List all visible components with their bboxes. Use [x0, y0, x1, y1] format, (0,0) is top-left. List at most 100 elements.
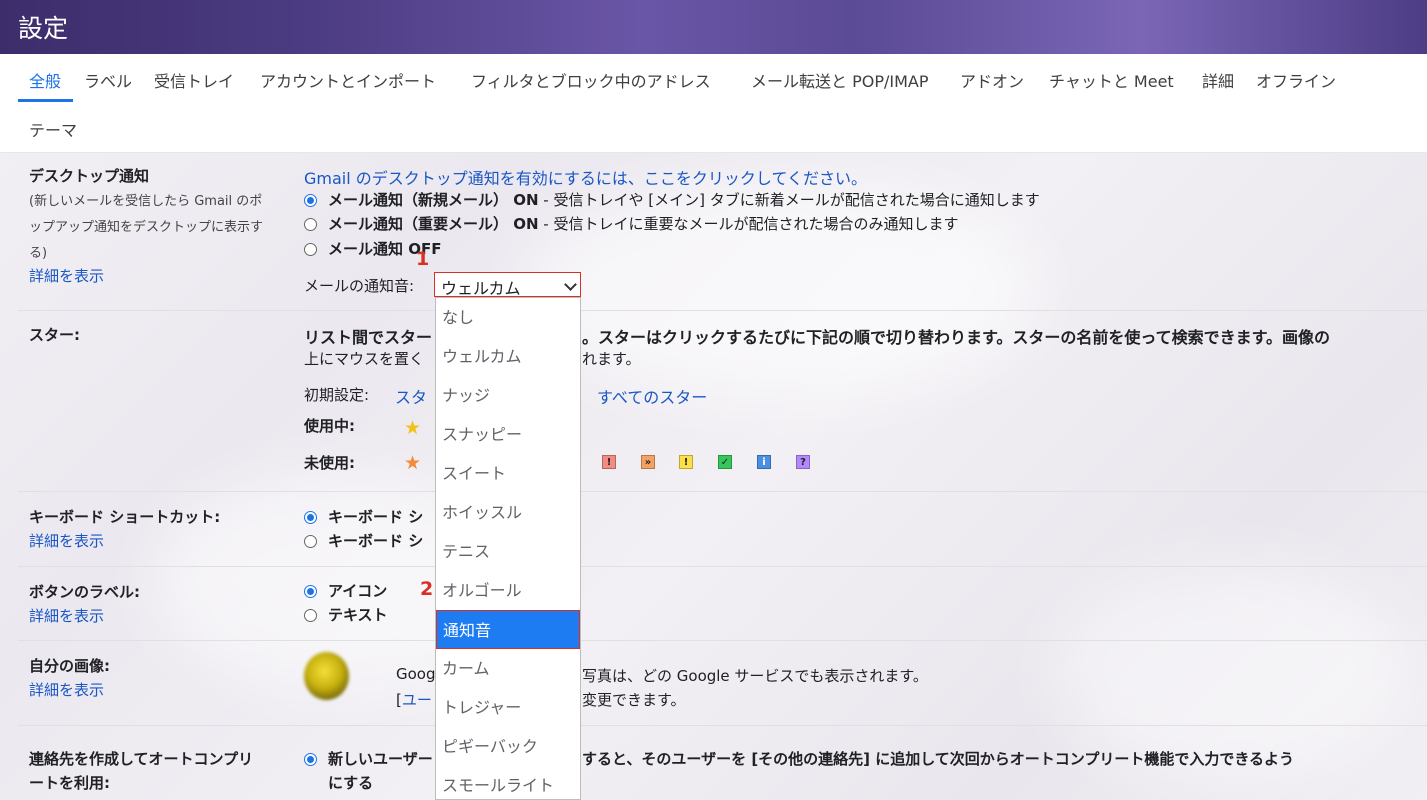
yellow-star-icon[interactable]: ★ — [404, 419, 421, 438]
stars-preset-label: 初期設定: — [304, 386, 370, 404]
picture-line1-end: 写真は、どの Google サービスでも表示されます。 — [582, 667, 928, 685]
tab-inbox[interactable]: 受信トレイ — [154, 68, 234, 92]
all-stars-link[interactable]: すべてのスター — [597, 384, 707, 408]
sound-option[interactable]: ナッジ — [436, 376, 580, 415]
stars-not-in-use-label: 未使用: — [304, 454, 355, 472]
button-labels-text-option: テキスト — [328, 606, 388, 624]
my-picture-label: 自分の画像: — [29, 657, 110, 675]
sound-option[interactable]: スナッピー — [436, 415, 580, 454]
sound-option[interactable]: テニス — [436, 532, 580, 571]
tab-forwarding-pop-imap[interactable]: メール転送と POP/IMAP — [751, 68, 929, 92]
stars-line2-start: 上にマウスを置く — [304, 350, 425, 368]
section-divider — [18, 725, 1427, 726]
tab-themes[interactable]: テーマ — [29, 117, 77, 141]
tab-filters[interactable]: フィルタとブロック中のアドレス — [471, 68, 711, 92]
radio-important-mail-on[interactable] — [304, 218, 317, 231]
tab-addons[interactable]: アドオン — [960, 68, 1024, 92]
tab-chat-meet[interactable]: チャットと Meet — [1049, 68, 1174, 92]
sound-option[interactable]: トレジャー — [436, 688, 580, 727]
chevron-down-icon — [564, 278, 577, 291]
active-tab-indicator — [18, 99, 73, 102]
picture-line2-end: 変更できます。 — [582, 691, 686, 709]
radio-button-icons[interactable] — [304, 585, 317, 598]
my-picture-more-link[interactable]: 詳細を表示 — [29, 679, 104, 700]
new-mail-on-desc: - 受信トレイや [メイン] タブに新着メールが配信された場合に通知します — [538, 191, 1040, 209]
stars-line1-start: リスト間でスター — [304, 328, 433, 347]
enable-desktop-notifications-link[interactable]: Gmail のデスクトップ通知を有効にするには、ここをクリックしてください。 — [304, 165, 867, 189]
picture-line1-start: Goog — [396, 665, 436, 683]
keyboard-shortcuts-opt2: キーボード シ — [328, 532, 424, 550]
notification-sound-value: ウェルカム — [441, 279, 521, 298]
keyboard-shortcuts-opt1: キーボード シ — [328, 508, 424, 526]
step-marker-1: 1 — [416, 248, 430, 270]
sound-option[interactable]: スモールライト — [436, 766, 580, 799]
sound-option[interactable]: なし — [436, 298, 580, 337]
autocomplete-label-line1: 連絡先を作成してオートコンプリ — [29, 750, 254, 768]
settings-header: 設定 — [0, 0, 1427, 54]
important-mail-on-desc: - 受信トレイに重要なメールが配信された場合のみ通知します — [538, 215, 959, 233]
sound-option[interactable]: カーム — [436, 649, 580, 688]
sound-option-selected[interactable]: 通知音 — [436, 610, 580, 649]
desktop-notification-desc-3: る) — [29, 246, 48, 261]
radio-new-mail-on[interactable] — [304, 194, 317, 207]
stars-line1-end: 。スターはクリックするたびに下記の順で切り替わります。スターの名前を使って検索で… — [582, 324, 1330, 348]
picture-line2-start: [ユー — [396, 689, 432, 710]
sound-option[interactable]: ウェルカム — [436, 337, 580, 376]
change-picture-link[interactable]: ユー — [402, 691, 432, 709]
radio-mail-off[interactable] — [304, 243, 317, 256]
sound-option[interactable]: ホイッスル — [436, 493, 580, 532]
green-check-icon[interactable]: ✓ — [718, 455, 732, 469]
blue-info-icon[interactable]: i — [757, 455, 771, 469]
keyboard-shortcuts-more-link[interactable]: 詳細を表示 — [29, 530, 104, 551]
tab-general[interactable]: 全般 — [29, 68, 61, 92]
tab-advanced[interactable]: 詳細 — [1202, 68, 1234, 92]
radio-button-text[interactable] — [304, 609, 317, 622]
tab-accounts-import[interactable]: アカウントとインポート — [260, 68, 436, 92]
settings-tabs: 全般 ラベル 受信トレイ アカウントとインポート フィルタとブロック中のアドレス… — [0, 54, 1427, 153]
tab-labels[interactable]: ラベル — [84, 68, 132, 92]
desktop-notification-label: デスクトップ通知 — [29, 167, 150, 185]
desktop-notification-more-link[interactable]: 詳細を表示 — [29, 265, 104, 286]
sound-option[interactable]: スイート — [436, 454, 580, 493]
red-bang-icon[interactable]: ! — [602, 455, 616, 469]
notification-sound-label: メールの通知音: — [304, 277, 415, 295]
orange-guillemet-icon[interactable]: » — [641, 455, 655, 469]
orange-star-icon[interactable]: ★ — [404, 454, 421, 473]
section-divider — [18, 491, 1427, 492]
stars-preset-link[interactable]: スタ — [395, 384, 427, 408]
stars-line2-end: れます。 — [582, 350, 641, 368]
new-mail-on-title: メール通知（新規メール） ON — [328, 191, 539, 209]
important-mail-on-option: メール通知（重要メール） ON - 受信トレイに重要なメールが配信された場合のみ… — [328, 213, 958, 234]
important-mail-on-title: メール通知（重要メール） ON — [328, 215, 539, 233]
yellow-bang-icon[interactable]: ! — [679, 455, 693, 469]
button-labels-icons-option: アイコン — [328, 582, 388, 600]
stars-label: スター: — [29, 326, 80, 344]
avatar — [304, 652, 349, 700]
button-labels-more-link[interactable]: 詳細を表示 — [29, 605, 104, 626]
desktop-notification-desc-2: ップアップ通知をデスクトップに表示す — [29, 220, 264, 235]
radio-autocomplete-on[interactable] — [304, 753, 317, 766]
section-divider — [18, 310, 1427, 311]
page-title: 設定 — [18, 14, 69, 43]
section-divider — [18, 566, 1427, 567]
stars-in-use-label: 使用中: — [304, 417, 355, 435]
section-divider — [18, 640, 1427, 641]
step-marker-2: 2 — [420, 578, 434, 600]
autocomplete-opt1-cont: にする — [328, 774, 374, 792]
purple-question-icon[interactable]: ? — [796, 455, 810, 469]
autocomplete-opt1-start: 新しいユーザー — [328, 750, 433, 768]
sound-option[interactable]: ピギーバック — [436, 727, 580, 766]
sound-option[interactable]: オルゴール — [436, 571, 580, 610]
radio-keyboard-shortcuts-off[interactable] — [304, 511, 317, 524]
notification-sound-select[interactable]: ウェルカム — [434, 272, 581, 298]
notification-sound-dropdown: なし ウェルカム ナッジ スナッピー スイート ホイッスル テニス オルゴール … — [435, 297, 581, 800]
autocomplete-label-line2: ートを利用: — [29, 774, 110, 792]
radio-keyboard-shortcuts-on[interactable] — [304, 535, 317, 548]
new-mail-on-option: メール通知（新規メール） ON - 受信トレイや [メイン] タブに新着メールが… — [328, 189, 1040, 210]
stars-line1-end-text: 。スターはクリックするたびに下記の順で切り替わります。スターの名前を使って検索で… — [582, 328, 1331, 347]
button-labels-label: ボタンのラベル: — [29, 583, 140, 601]
keyboard-shortcuts-label: キーボード ショートカット: — [29, 508, 221, 526]
tab-offline[interactable]: オフライン — [1256, 68, 1336, 92]
autocomplete-opt1-end: すると、そのユーザーを [その他の連絡先] に追加して次回からオートコンプリート… — [582, 750, 1295, 768]
desktop-notification-desc-1: (新しいメールを受信したら Gmail のポ — [29, 194, 263, 209]
